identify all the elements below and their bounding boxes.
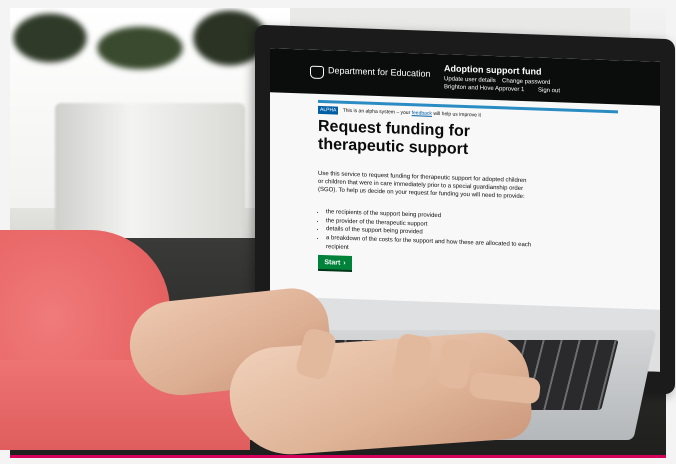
- plant-vase: [55, 103, 245, 248]
- chevron-right-icon: ›: [343, 259, 346, 267]
- department-name: Department for Education: [328, 65, 431, 79]
- frame-accent-line: [10, 455, 666, 458]
- requirements-list: the recipients of the support being prov…: [318, 208, 536, 259]
- page-title: Request funding for therapeutic support: [318, 117, 470, 159]
- header-link-password[interactable]: Change password: [502, 78, 550, 86]
- header-link-signout[interactable]: Sign out: [538, 88, 560, 95]
- alpha-tag: ALPHA: [318, 105, 339, 115]
- feedback-link[interactable]: feedback: [412, 110, 432, 117]
- header-link-update[interactable]: Update user details: [444, 76, 496, 84]
- intro-text: Use this service to request funding for …: [318, 170, 527, 201]
- phase-text-after: will help us improve it: [433, 110, 481, 119]
- start-button-label: Start: [324, 258, 341, 267]
- start-button[interactable]: Start ›: [318, 254, 352, 271]
- service-name[interactable]: Adoption support fund: [444, 63, 541, 76]
- crown-crest-icon: [310, 65, 324, 80]
- phase-text-before: This is an alpha system – your: [342, 107, 411, 117]
- header-link-user[interactable]: Brighton and Hove Approver 1: [444, 84, 524, 93]
